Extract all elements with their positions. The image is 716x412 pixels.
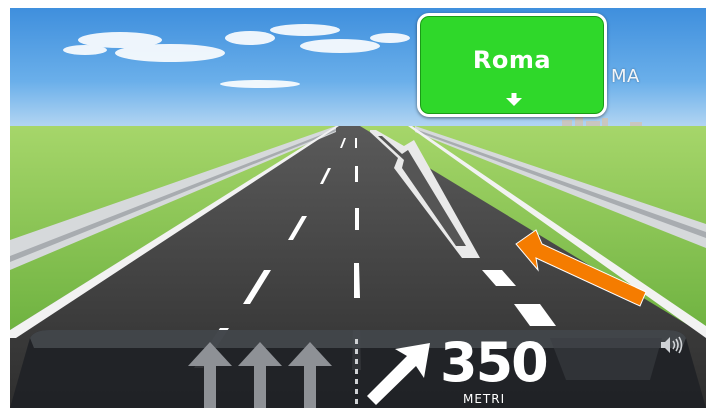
instruction-bar[interactable] [10, 329, 706, 408]
bear-right-arrow-icon [367, 343, 430, 405]
down-arrow-icon [506, 93, 522, 106]
city-label: MA [611, 66, 640, 87]
lane-separator [355, 339, 358, 404]
navigation-screen: Roma MA 350 METRI [0, 0, 716, 412]
lane-straight-arrow-icon [238, 342, 282, 408]
lane-straight-arrow-icon [288, 342, 332, 408]
sign-destination-label: Roma [472, 46, 552, 74]
lane-straight-arrow-icon [188, 342, 232, 408]
speaker-icon[interactable] [660, 336, 686, 354]
distance-unit: METRI [463, 392, 506, 406]
distance-value: 350 [440, 331, 549, 394]
destination-sign: Roma [417, 13, 607, 117]
